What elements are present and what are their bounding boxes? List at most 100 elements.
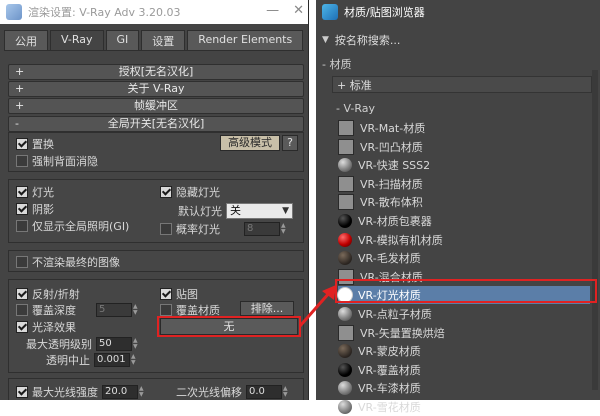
- material-swatch-icon: [338, 251, 352, 265]
- material-item[interactable]: VR-快速 SSS2: [338, 156, 590, 174]
- material-item[interactable]: VR-Mat-材质: [338, 119, 590, 137]
- glossy-label: 光泽效果: [32, 321, 76, 334]
- scrollbar[interactable]: [592, 70, 598, 390]
- selected-material-highlight: [335, 279, 597, 303]
- rollout-about[interactable]: + 关于 V-Ray: [8, 81, 304, 97]
- search-input[interactable]: 按名称搜索...: [335, 32, 401, 48]
- material-item-label: VR-Mat-材质: [360, 122, 426, 135]
- override-depth-spinner[interactable]: 5 ▲ ▼: [96, 303, 140, 317]
- material-item-label: VR-覆盖材质: [358, 364, 421, 377]
- prob-lights-spinner[interactable]: 8 ▲ ▼: [244, 222, 288, 236]
- spinner-arrows-icon[interactable]: ▲ ▼: [283, 386, 290, 398]
- material-item[interactable]: VR-毛发材质: [338, 249, 590, 267]
- spinner-arrows-icon[interactable]: ▲ ▼: [133, 304, 140, 316]
- transp-cutoff-row: 透明中止 0.001 ▲ ▼: [46, 352, 138, 368]
- chevron-down-icon[interactable]: ▼: [322, 35, 329, 45]
- override-depth-value[interactable]: 5: [96, 303, 132, 317]
- lights-checkbox[interactable]: [16, 186, 28, 198]
- material-item[interactable]: VR-凹凸材质: [338, 138, 590, 156]
- rollout-license-label: 授权[无名汉化]: [118, 65, 194, 78]
- displacement-row: 置换: [16, 136, 54, 152]
- rollout-framebuffer-label: 帧缓冲区: [134, 99, 178, 112]
- spinner-arrows-icon[interactable]: ▲ ▼: [281, 223, 288, 235]
- prob-lights-checkbox[interactable]: [160, 223, 172, 235]
- search-bar[interactable]: ▼ 按名称搜索...: [322, 32, 594, 48]
- prob-lights-label: 概率灯光: [176, 223, 220, 236]
- group-vray[interactable]: - V-Ray: [336, 101, 592, 115]
- secondary-bias-row: 二次光线偏移 0.0 ▲ ▼: [176, 384, 290, 400]
- tab-gi[interactable]: GI: [105, 30, 140, 50]
- tab-vray[interactable]: V-Ray: [50, 30, 104, 50]
- secondary-bias-label: 二次光线偏移: [176, 386, 242, 399]
- material-item[interactable]: VR-矢量置换烘焙: [338, 324, 590, 342]
- default-lights-label: 默认灯光: [178, 205, 222, 218]
- hidden-lights-checkbox[interactable]: [160, 186, 172, 198]
- transp-cutoff-label: 透明中止: [46, 354, 90, 367]
- max-ray-spinner[interactable]: 20.0 ▲ ▼: [102, 385, 146, 399]
- material-item[interactable]: VR-覆盖材质: [338, 361, 590, 379]
- material-item[interactable]: VR-蒙皮材质: [338, 342, 590, 360]
- shadows-checkbox[interactable]: [16, 203, 28, 215]
- material-item[interactable]: VR-模拟有机材质: [338, 231, 590, 249]
- material-item[interactable]: VR-车漆材质: [338, 379, 590, 397]
- material-item[interactable]: VR-雪花材质: [338, 398, 590, 416]
- secondary-bias-value[interactable]: 0.0: [246, 385, 282, 399]
- material-item-label: VR-材质包裹器: [358, 215, 432, 228]
- dont-render-final-row: 不渲染最终的图像: [16, 254, 120, 270]
- minimize-icon[interactable]: —: [266, 3, 279, 18]
- reflection-label: 反射/折射: [32, 288, 80, 301]
- close-icon[interactable]: ✕: [293, 3, 304, 18]
- material-item[interactable]: VR-散布体积: [338, 193, 590, 211]
- gi-only-checkbox[interactable]: [16, 220, 28, 232]
- gi-only-label: 仅显示全局照明(GI): [32, 220, 130, 233]
- transp-cutoff-spinner[interactable]: 0.001 ▲ ▼: [94, 353, 138, 367]
- help-button[interactable]: ?: [282, 135, 298, 151]
- tab-settings[interactable]: 设置: [141, 30, 186, 50]
- material-swatch-icon: [338, 194, 354, 210]
- secondary-bias-spinner[interactable]: 0.0 ▲ ▼: [246, 385, 290, 399]
- spinner-arrows-icon[interactable]: ▲ ▼: [131, 354, 138, 366]
- rollout-global-switches[interactable]: - 全局开关[无名汉化]: [8, 116, 304, 132]
- max-transp-spinner[interactable]: 50 ▲ ▼: [96, 337, 140, 351]
- material-item-label: VR-散布体积: [360, 196, 423, 209]
- tab-common[interactable]: 公用: [4, 30, 48, 50]
- max-ray-value[interactable]: 20.0: [102, 385, 138, 399]
- render-setup-window: 渲染设置: V-Ray Adv 3.20.03 — ✕ 公用 V-Ray GI …: [0, 0, 309, 400]
- spinner-arrows-icon[interactable]: ▲ ▼: [133, 338, 140, 350]
- group-standard[interactable]: + 标准: [332, 76, 592, 93]
- dont-render-final-label: 不渲染最终的图像: [32, 256, 120, 269]
- override-mtl-checkbox[interactable]: [160, 304, 172, 316]
- default-lights-select[interactable]: 关 ▼: [226, 203, 293, 219]
- reflection-checkbox[interactable]: [16, 288, 28, 300]
- override-depth-checkbox[interactable]: [16, 304, 28, 316]
- material-item-label: VR-快速 SSS2: [358, 159, 431, 172]
- prob-lights-value[interactable]: 8: [244, 222, 280, 236]
- maps-checkbox[interactable]: [160, 288, 172, 300]
- force-backface-checkbox[interactable]: [16, 155, 28, 167]
- spinner-arrows-icon[interactable]: ▲ ▼: [139, 386, 146, 398]
- material-item[interactable]: VR-扫描材质: [338, 175, 590, 193]
- max-ray-checkbox[interactable]: [16, 386, 28, 398]
- max-transp-value[interactable]: 50: [96, 337, 132, 351]
- rollout-framebuffer[interactable]: + 帧缓冲区: [8, 98, 304, 114]
- material-swatch-icon: [338, 344, 352, 358]
- transp-cutoff-value[interactable]: 0.001: [94, 353, 130, 367]
- prob-lights-row: 概率灯光 8 ▲ ▼: [160, 221, 288, 237]
- rollout-about-label: 关于 V-Ray: [127, 82, 185, 95]
- displacement-checkbox[interactable]: [16, 138, 28, 150]
- exclude-button[interactable]: 排除...: [240, 301, 294, 316]
- material-item[interactable]: VR-材质包裹器: [338, 212, 590, 230]
- group-materials[interactable]: - 材质: [322, 57, 592, 71]
- material-swatch-icon: [338, 363, 352, 377]
- glossy-row: 光泽效果: [16, 319, 76, 335]
- tab-render-elements[interactable]: Render Elements: [187, 30, 304, 50]
- material-item-label: VR-凹凸材质: [360, 141, 423, 154]
- material-swatch-icon: [338, 325, 354, 341]
- rollout-license[interactable]: + 授权[无名汉化]: [8, 64, 304, 80]
- material-item[interactable]: VR-点粒子材质: [338, 305, 590, 323]
- dont-render-final-checkbox[interactable]: [16, 256, 28, 268]
- material-swatch-icon: [338, 214, 352, 228]
- glossy-checkbox[interactable]: [16, 321, 28, 333]
- advanced-mode-button[interactable]: 高级模式: [220, 135, 280, 151]
- lights-label: 灯光: [32, 186, 54, 199]
